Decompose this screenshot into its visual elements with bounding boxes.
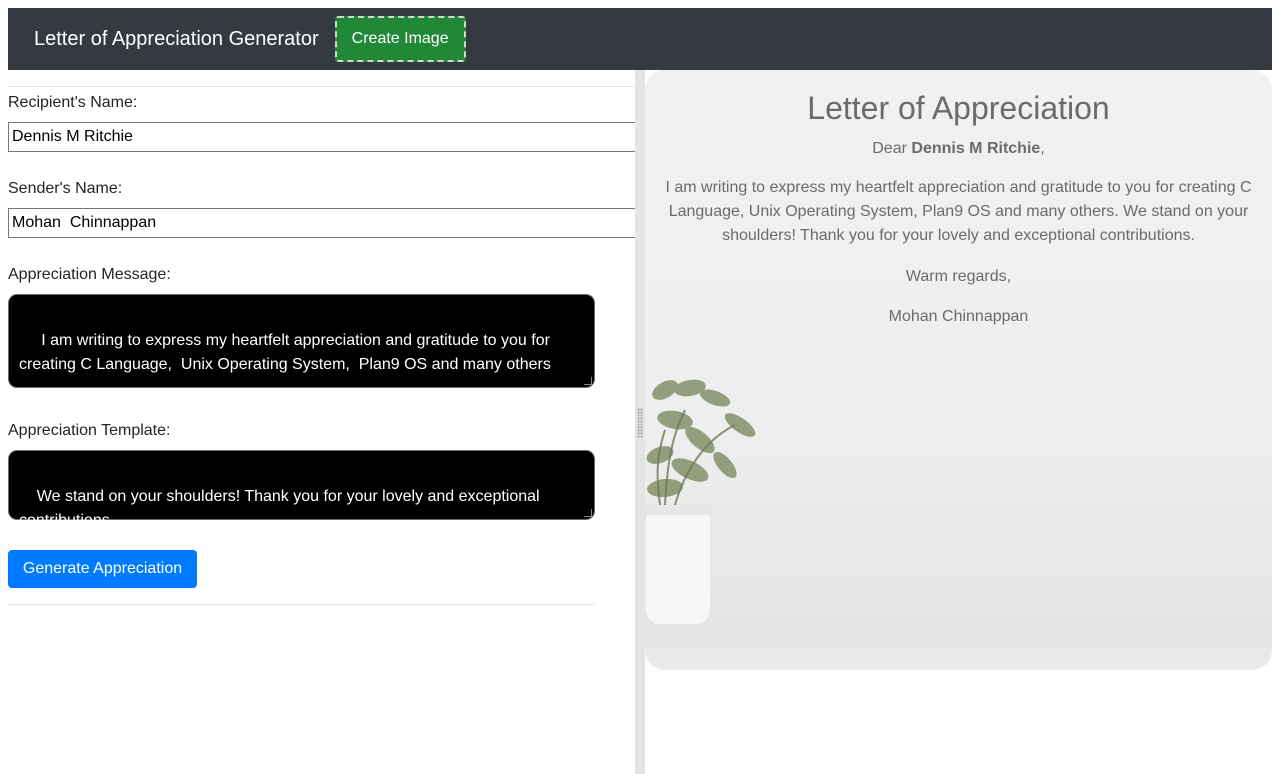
bottom-divider [8, 604, 595, 605]
appreciation-message-textarea[interactable]: I am writing to express my heartfelt app… [8, 294, 595, 388]
recipient-name-input[interactable]: Dennis M Ritchie [8, 122, 635, 152]
template-label: Appreciation Template: [8, 422, 171, 439]
generate-appreciation-button[interactable]: Generate Appreciation [8, 550, 197, 588]
greeting-word: Dear [872, 140, 907, 157]
navbar: Letter of Appreciation Generator Create … [8, 8, 1272, 70]
message-label: Appreciation Message: [8, 266, 171, 283]
letter-closing: Warm regards, [905, 268, 1012, 285]
plant-image [645, 379, 756, 626]
letter-signature: Mohan Chinnappan [888, 308, 1029, 325]
form-pane: Recipient's Name: Dennis M Ritchie Sende… [8, 70, 635, 774]
appreciation-template-textarea[interactable]: We stand on your shoulders! Thank you fo… [8, 450, 595, 529]
appreciation-template-text: We stand on your shoulders! Thank you fo… [19, 488, 545, 529]
top-divider [8, 86, 635, 87]
letter-preview: Letter of Appreciation Dear Dennis M Rit… [645, 70, 1272, 670]
letter-title: Letter of Appreciation [807, 90, 1110, 126]
pane-splitter[interactable] [635, 70, 645, 774]
resize-handle-icon[interactable] [584, 509, 592, 517]
recipient-label: Recipient's Name: [8, 94, 138, 111]
app-title: Letter of Appreciation Generator [34, 27, 319, 50]
greeting-comma: , [1040, 140, 1045, 157]
resize-handle-icon[interactable] [584, 377, 592, 385]
appreciation-message-text: I am writing to express my heartfelt app… [19, 332, 555, 373]
letter-greeting: Dear Dennis M Ritchie, [645, 140, 1272, 158]
letter-recipient: Dennis M Ritchie [911, 140, 1041, 157]
sender-name-input[interactable]: Mohan Chinnappan [8, 208, 635, 238]
splitter-grip-icon[interactable] [637, 408, 643, 438]
letter-body: I am writing to express my heartfelt app… [665, 179, 1252, 244]
create-image-button[interactable]: Create Image [333, 15, 467, 63]
sender-label: Sender's Name: [8, 180, 123, 197]
